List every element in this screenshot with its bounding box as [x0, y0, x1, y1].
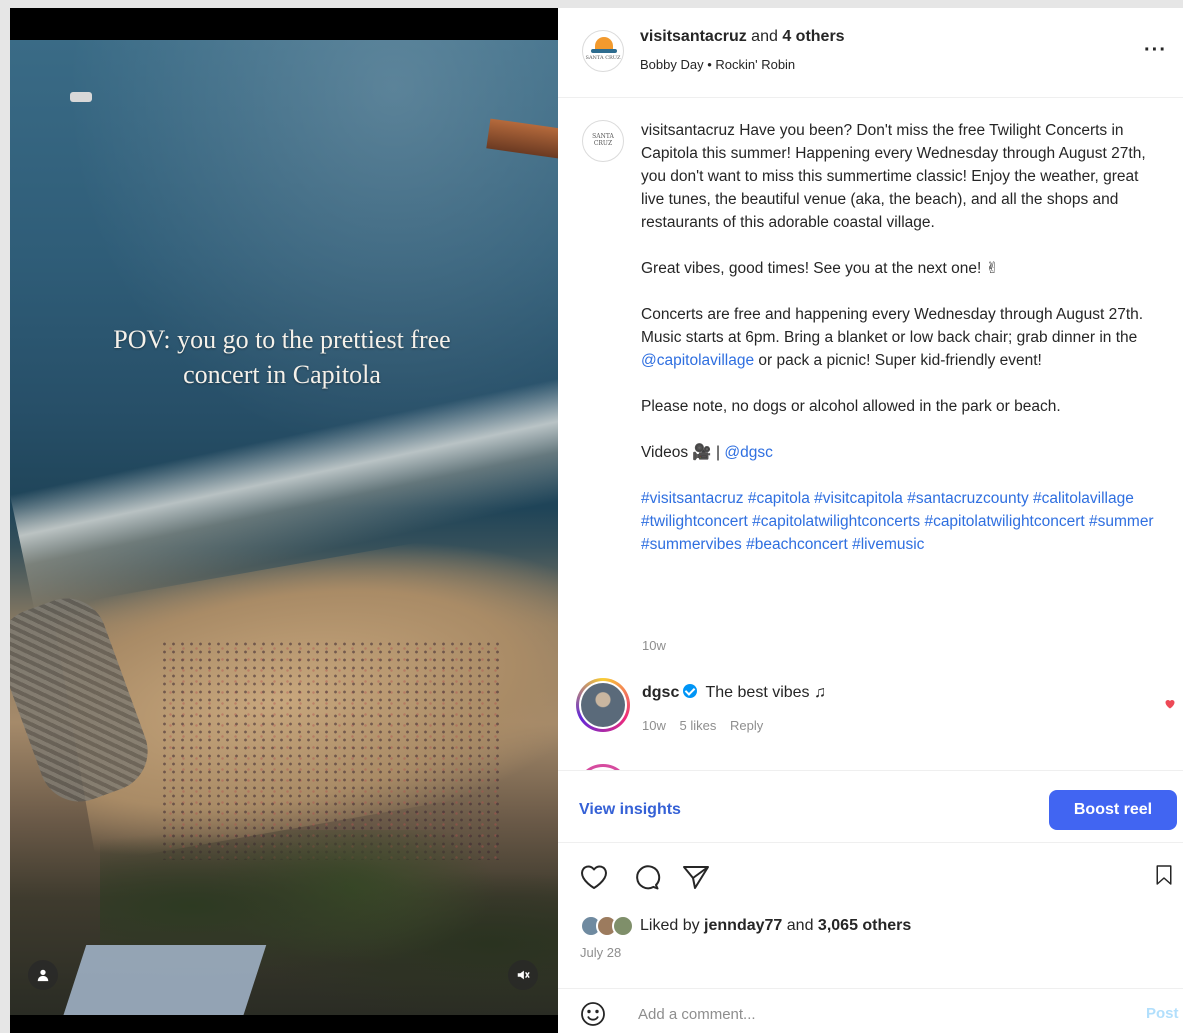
caption-paragraph-4: Please note, no dogs or alcohol allowed … — [641, 398, 1061, 415]
verified-badge-icon — [683, 684, 698, 698]
boat-image — [70, 92, 92, 102]
share-paper-plane-icon[interactable] — [680, 861, 712, 893]
liked-by-and: and — [786, 917, 814, 934]
emoji-smiley-icon[interactable] — [580, 1001, 606, 1027]
comment-meta: 10w 5 likes Reply — [642, 718, 773, 733]
liked-by-others[interactable]: 3,065 others — [818, 917, 911, 934]
add-comment-bar: Post — [558, 988, 1183, 1033]
more-options-icon[interactable]: ··· — [1144, 40, 1167, 60]
post-actions — [558, 842, 1183, 892]
logo-wordmark: SANTA CRUZ — [585, 55, 621, 61]
insights-bar: View insights Boost reel — [558, 770, 1183, 842]
caption-videos-credit: Videos 🎥 | — [641, 444, 721, 461]
tagged-people-button[interactable] — [28, 960, 58, 990]
comment-body: The best vibes ♫ — [705, 684, 827, 701]
header-others[interactable]: 4 others — [782, 28, 844, 45]
video-overlay-caption: POV: you go to the prettiest free concer… — [113, 325, 451, 389]
post-header: SANTA CRUZ visitsantacruz and 4 others B… — [558, 8, 1183, 98]
comment-like-heart-icon[interactable] — [1164, 698, 1176, 710]
caption-username[interactable]: visitsantacruz — [641, 122, 735, 139]
save-bookmark-icon[interactable] — [1152, 861, 1183, 893]
caption-paragraph-3-start: Concerts are free and happening every We… — [641, 306, 1144, 346]
header-and-text: and — [751, 28, 778, 45]
capitolavillage-mention-link[interactable]: @capitolavillage — [641, 352, 754, 369]
comment-bubble-icon[interactable] — [630, 861, 662, 893]
audio-track-link[interactable]: Bobby Day • Rockin' Robin — [640, 57, 795, 72]
commenter-avatar[interactable] — [576, 678, 630, 732]
person-icon — [37, 969, 49, 982]
account-avatar[interactable]: SANTA CRUZ — [582, 30, 624, 72]
mute-button[interactable] — [508, 960, 538, 990]
view-insights-link[interactable]: View insights — [579, 801, 681, 819]
like-heart-icon[interactable] — [578, 861, 610, 893]
likes-summary[interactable]: Liked by jennday77 and 3,065 others — [580, 914, 911, 938]
liked-by-user[interactable]: jennday77 — [704, 917, 782, 934]
caption-paragraph-2: Great vibes, good times! See you at the … — [641, 260, 999, 277]
caption-paragraph-3-end: or pack a picnic! Super kid-friendly eve… — [758, 352, 1042, 369]
caption-timestamp: 10w — [642, 638, 666, 653]
wave-logo-icon — [591, 49, 617, 53]
post-comment-button[interactable]: Post — [1146, 1005, 1179, 1022]
dgsc-mention-link[interactable]: @dgsc — [724, 444, 772, 461]
boost-reel-button[interactable]: Boost reel — [1049, 790, 1177, 830]
comment-username[interactable]: dgsc — [642, 684, 679, 701]
liker-avatar — [612, 915, 634, 937]
caption-logo-wordmark: SANTA CRUZ — [592, 133, 614, 147]
post-modal: POV: you go to the prettiest free concer… — [10, 8, 1183, 1033]
comment-timestamp: 10w — [642, 718, 666, 733]
sun-logo-icon — [595, 37, 613, 49]
reel-video-frame[interactable]: POV: you go to the prettiest free concer… — [10, 40, 558, 1015]
post-details-panel: SANTA CRUZ visitsantacruz and 4 others B… — [558, 8, 1183, 1033]
comment-reply-button[interactable]: Reply — [730, 718, 763, 733]
comment-input[interactable] — [638, 1001, 1118, 1027]
speaker-muted-icon — [517, 970, 530, 980]
caption-hashtags[interactable]: #visitsantacruz #capitola #visitcapitola… — [641, 487, 1156, 556]
liked-by-prefix: Liked by — [640, 917, 700, 934]
post-caption: visitsantacruz Have you been? Don't miss… — [641, 119, 1156, 579]
crowd-image — [160, 640, 500, 860]
header-username[interactable]: visitsantacruz — [640, 28, 747, 45]
caption-avatar[interactable]: SANTA CRUZ — [582, 120, 624, 162]
comment: dgsc The best vibes ♫ — [642, 684, 826, 702]
rooftop-image — [53, 945, 267, 1015]
reel-media[interactable]: POV: you go to the prettiest free concer… — [10, 8, 558, 1033]
collab-usernames[interactable]: visitsantacruz and 4 others — [640, 28, 845, 46]
avatar — [581, 683, 625, 727]
post-date: July 28 — [580, 945, 622, 960]
comment-likes-link[interactable]: 5 likes — [679, 718, 716, 733]
